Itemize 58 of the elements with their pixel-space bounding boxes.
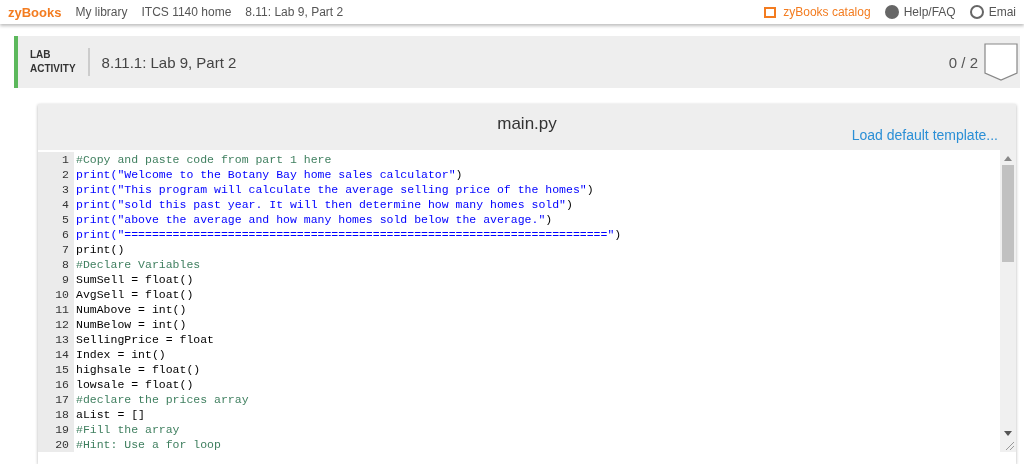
code-line: print("This program will calculate the average selling price of the homes") — [75, 182, 594, 197]
books-icon — [764, 6, 779, 18]
scrollbar[interactable] — [1000, 150, 1016, 452]
score-text: 0 / 2 — [948, 53, 978, 71]
code-line: NumBelow = int() — [75, 317, 187, 332]
scroll-down-icon[interactable] — [1004, 431, 1012, 436]
nav-link[interactable]: Emai — [969, 5, 1016, 19]
line-number: 13 — [38, 332, 74, 347]
line-number: 11 — [38, 302, 74, 317]
line-number: 16 — [38, 377, 74, 392]
line-number: 4 — [38, 197, 74, 212]
activity-type-label: LAB ACTIVITY — [18, 48, 90, 76]
code-line: Index = int() — [75, 347, 166, 362]
line-number: 8 — [38, 257, 74, 272]
code-line: print("Welcome to the Botany Bay home sales calculator") — [75, 167, 463, 182]
line-number: 20 — [38, 437, 74, 452]
code-line: NumAbove = int() — [75, 302, 187, 317]
code-line: print("sold this past year. It will then determine how many homes sold") — [75, 197, 573, 212]
code-line: AvgSell = float() — [75, 287, 194, 302]
user-icon — [969, 5, 984, 19]
code-line: print() — [75, 242, 125, 257]
code-line: #Hint: Use a for loop — [75, 437, 221, 452]
breadcrumb-link[interactable]: ITCS 1140 home — [141, 5, 232, 19]
line-number: 15 — [38, 362, 74, 377]
line-number: 6 — [38, 227, 74, 242]
line-number: 1 — [38, 152, 74, 167]
line-number: 2 — [38, 167, 74, 182]
line-number: 3 — [38, 182, 74, 197]
line-number: 14 — [38, 347, 74, 362]
code-line: lowsale = float() — [75, 377, 194, 392]
file-name: main.py — [497, 114, 557, 134]
code-line: SumSell = float() — [75, 272, 194, 287]
line-number: 10 — [38, 287, 74, 302]
code-line: #Fill the array — [75, 422, 180, 437]
line-number: 17 — [38, 392, 74, 407]
resize-grip-icon[interactable] — [1005, 441, 1014, 450]
code-line: #Declare Variables — [75, 257, 201, 272]
code-line: highsale = float() — [75, 362, 201, 377]
help-icon — [884, 5, 899, 19]
code-line: #Copy and paste code from part 1 here — [75, 152, 332, 167]
line-number: 5 — [38, 212, 74, 227]
code-line: print("======================================================================") — [75, 227, 622, 242]
line-number: 19 — [38, 422, 74, 437]
scrollbar-thumb[interactable] — [1002, 165, 1014, 262]
code-line: print("above the average and how many homes sold below the average.") — [75, 212, 553, 227]
line-number: 7 — [38, 242, 74, 257]
line-number: 12 — [38, 317, 74, 332]
activity-title: 8.11.1: Lab 9, Part 2 — [100, 53, 238, 71]
nav-link[interactable]: Help/FAQ — [884, 5, 956, 19]
code-line: aList = [] — [75, 407, 145, 422]
scroll-up-icon[interactable] — [1004, 156, 1012, 161]
line-number: 9 — [38, 272, 74, 287]
completion-badge-icon — [984, 43, 1018, 81]
line-number: 18 — [38, 407, 74, 422]
code-line: #declare the prices array — [75, 392, 249, 407]
breadcrumb-link[interactable]: My library — [75, 5, 128, 19]
breadcrumb-link[interactable]: 8.11: Lab 9, Part 2 — [245, 5, 344, 19]
code-line: SellingPrice = float — [75, 332, 215, 347]
